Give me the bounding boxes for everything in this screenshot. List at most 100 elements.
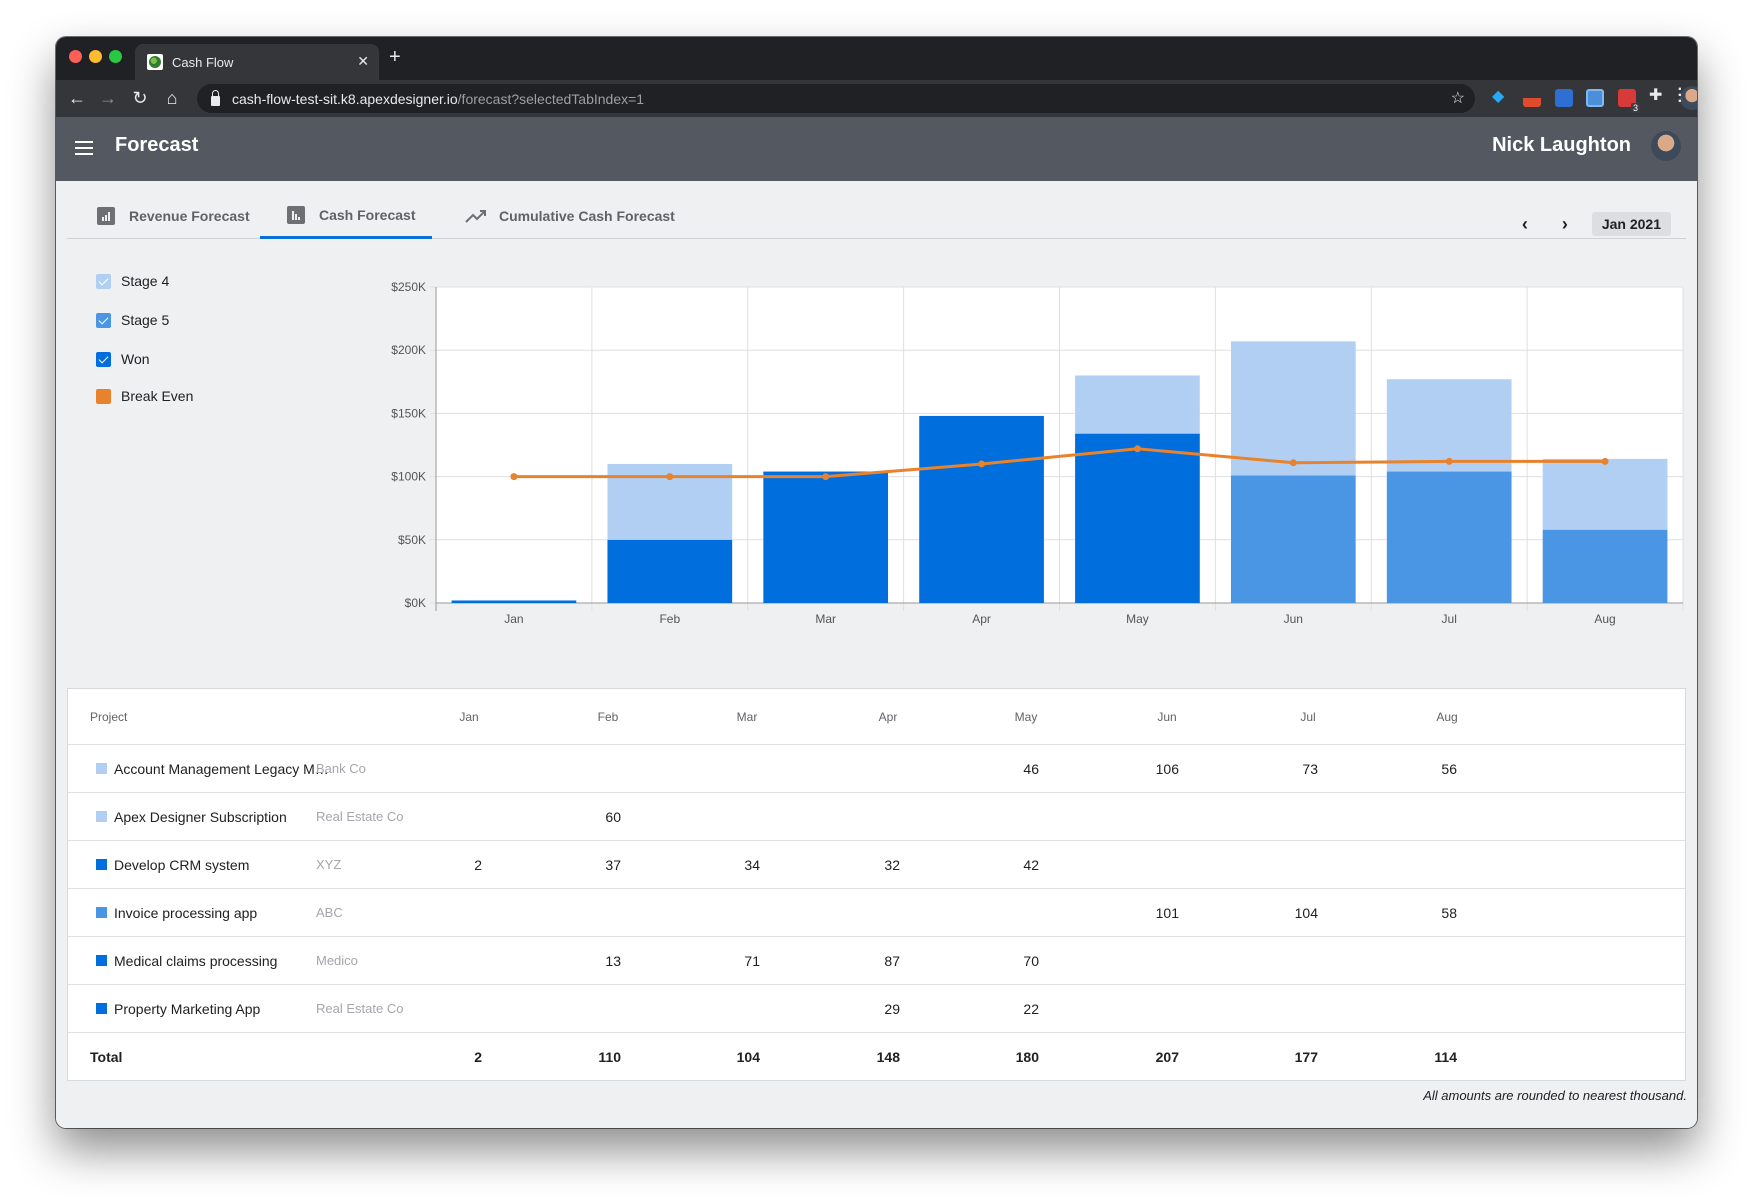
legend-item-won[interactable]: Won: [96, 351, 150, 367]
bar-won-feb[interactable]: [607, 539, 733, 603]
window-maximize-button[interactable]: [109, 50, 122, 63]
bar-won-apr[interactable]: [919, 415, 1044, 603]
project-name[interactable]: Account Management Legacy Mi…: [114, 761, 329, 777]
home-icon[interactable]: ⌂: [160, 86, 184, 110]
column-header-project[interactable]: Project: [90, 689, 127, 744]
tab-cumulative-cash-forecast[interactable]: Cumulative Cash Forecast: [457, 193, 697, 239]
table-row[interactable]: Develop CRM system XYZ 2 37 34 32 42: [68, 841, 1685, 889]
amount-cell-jan: [422, 745, 482, 792]
trending-up-icon: [465, 210, 486, 223]
bar-stage-4-jul[interactable]: [1386, 379, 1512, 472]
new-tab-button[interactable]: +: [389, 46, 401, 69]
project-name[interactable]: Develop CRM system: [114, 857, 249, 873]
legend-item-stage-4[interactable]: Stage 4: [96, 273, 169, 289]
break-even-point-jun[interactable]: [1289, 459, 1297, 467]
address-bar[interactable]: cash-flow-test-sit.k8.apexdesigner.io/fo…: [197, 84, 1475, 113]
tab-cash-forecast[interactable]: Cash Forecast: [260, 193, 432, 239]
back-icon[interactable]: ←: [65, 86, 89, 110]
break-even-point-apr[interactable]: [978, 460, 986, 468]
amount-cell-jul: [1258, 793, 1318, 840]
column-header-mar[interactable]: Mar: [717, 689, 777, 744]
y-tick-label: $0K: [405, 596, 426, 610]
bar-stage-5-aug[interactable]: [1542, 529, 1668, 603]
x-tick-label: Feb: [659, 612, 680, 626]
bookmark-star-icon[interactable]: ☆: [1451, 88, 1465, 108]
window-minimize-button[interactable]: [89, 50, 102, 63]
app-header: Forecast Nick Laughton: [56, 117, 1697, 181]
y-tick-label: $250K: [391, 280, 426, 294]
browser-tab[interactable]: Cash Flow ✕: [135, 44, 379, 80]
pen-extension-icon[interactable]: [1523, 89, 1541, 107]
bar-stage-4-may[interactable]: [1075, 375, 1200, 434]
bar-stage-5-jun[interactable]: [1230, 475, 1356, 603]
legend-item-break-even[interactable]: Break Even: [96, 388, 193, 404]
checkbox-icon[interactable]: [96, 273, 111, 289]
table-row[interactable]: Property Marketing App Real Estate Co 29 22: [68, 985, 1685, 1033]
legend-item-stage-5[interactable]: Stage 5: [96, 312, 169, 328]
break-even-point-jan[interactable]: [510, 473, 518, 481]
window-close-button[interactable]: [69, 50, 82, 63]
column-header-aug[interactable]: Aug: [1417, 689, 1477, 744]
table-row[interactable]: Medical claims processing Medico 13 71 87 70: [68, 937, 1685, 985]
amount-cell-may: 42: [1023, 856, 1039, 873]
table-row[interactable]: Account Management Legacy Mi… Bank Co 46 10…: [68, 745, 1685, 793]
bar-stage-4-jun[interactable]: [1230, 341, 1356, 476]
bar-won-mar[interactable]: [763, 471, 889, 603]
close-tab-icon[interactable]: ✕: [357, 53, 369, 70]
y-tick-label: $100K: [391, 470, 426, 484]
break-even-point-feb[interactable]: [666, 473, 674, 481]
column-header-jun[interactable]: Jun: [1137, 689, 1197, 744]
amount-cell-aug: [1397, 793, 1457, 840]
client-name: Bank Co: [316, 761, 366, 776]
tag-extension-icon[interactable]: [1555, 89, 1573, 107]
project-name[interactable]: Invoice processing app: [114, 905, 257, 921]
break-even-point-jul[interactable]: [1445, 457, 1453, 465]
bar-won-jan[interactable]: [451, 600, 577, 603]
amount-cell-jul: [1258, 985, 1318, 1032]
break-even-point-aug[interactable]: [1601, 457, 1609, 465]
gem-extension-icon[interactable]: ◆: [1492, 86, 1510, 105]
column-header-apr[interactable]: Apr: [858, 689, 918, 744]
browser-menu-icon[interactable]: · · ·: [1678, 82, 1683, 110]
chevron-left-icon[interactable]: ‹: [1510, 212, 1540, 236]
x-tick-label: May: [1126, 612, 1149, 626]
project-cell: Develop CRM system: [96, 841, 249, 888]
forward-icon[interactable]: →: [96, 86, 120, 110]
legend-label: Stage 4: [121, 273, 170, 289]
bar-won-may[interactable]: [1075, 433, 1200, 603]
amount-cell-feb: [561, 745, 621, 792]
amount-cell-aug: [1397, 841, 1457, 888]
bar-chart-icon: [97, 207, 115, 225]
column-header-may[interactable]: May: [996, 689, 1056, 744]
project-name[interactable]: Medical claims processing: [114, 953, 277, 969]
amount-cell-apr: 32: [884, 856, 900, 873]
tab-revenue-forecast[interactable]: Revenue Forecast: [83, 193, 253, 239]
checkbox-icon[interactable]: [96, 351, 111, 367]
bar-stage-4-aug[interactable]: [1542, 458, 1668, 530]
break-even-point-mar[interactable]: [822, 473, 830, 481]
user-avatar[interactable]: [1651, 131, 1681, 161]
current-month-chip[interactable]: Jan 2021: [1591, 212, 1671, 236]
table-row[interactable]: Apex Designer Subscription Real Estate Co…: [68, 793, 1685, 841]
checkbox-icon[interactable]: [96, 312, 111, 328]
total-cell-feb: 110: [598, 1049, 621, 1065]
window-extension-icon[interactable]: [1586, 89, 1604, 107]
hamburger-menu-icon[interactable]: [75, 141, 93, 155]
reload-icon[interactable]: ↻: [128, 86, 152, 110]
break-even-point-may[interactable]: [1133, 445, 1141, 453]
table-row[interactable]: Invoice processing app ABC 101 104 58: [68, 889, 1685, 937]
project-name[interactable]: Property Marketing App: [114, 1001, 260, 1017]
column-header-feb[interactable]: Feb: [578, 689, 638, 744]
amount-cell-jan: 2: [474, 856, 482, 873]
bar-stage-5-jul[interactable]: [1386, 471, 1512, 603]
main-content: Revenue Forecast Cash Forecast Cumulativ…: [56, 181, 1697, 1128]
legend-label: Won: [121, 351, 150, 367]
chevron-right-icon[interactable]: ›: [1550, 212, 1580, 236]
puzzle-extensions-icon[interactable]: ✚: [1649, 85, 1667, 104]
browser-toolbar: ← → ↻ ⌂ cash-flow-test-sit.k8.apexdesign…: [56, 80, 1697, 117]
project-name[interactable]: Apex Designer Subscription: [114, 809, 287, 825]
dots-extension-icon[interactable]: 3: [1618, 89, 1640, 113]
column-header-jan[interactable]: Jan: [439, 689, 499, 744]
column-header-jul[interactable]: Jul: [1278, 689, 1338, 744]
user-name[interactable]: Nick Laughton: [1492, 134, 1631, 157]
